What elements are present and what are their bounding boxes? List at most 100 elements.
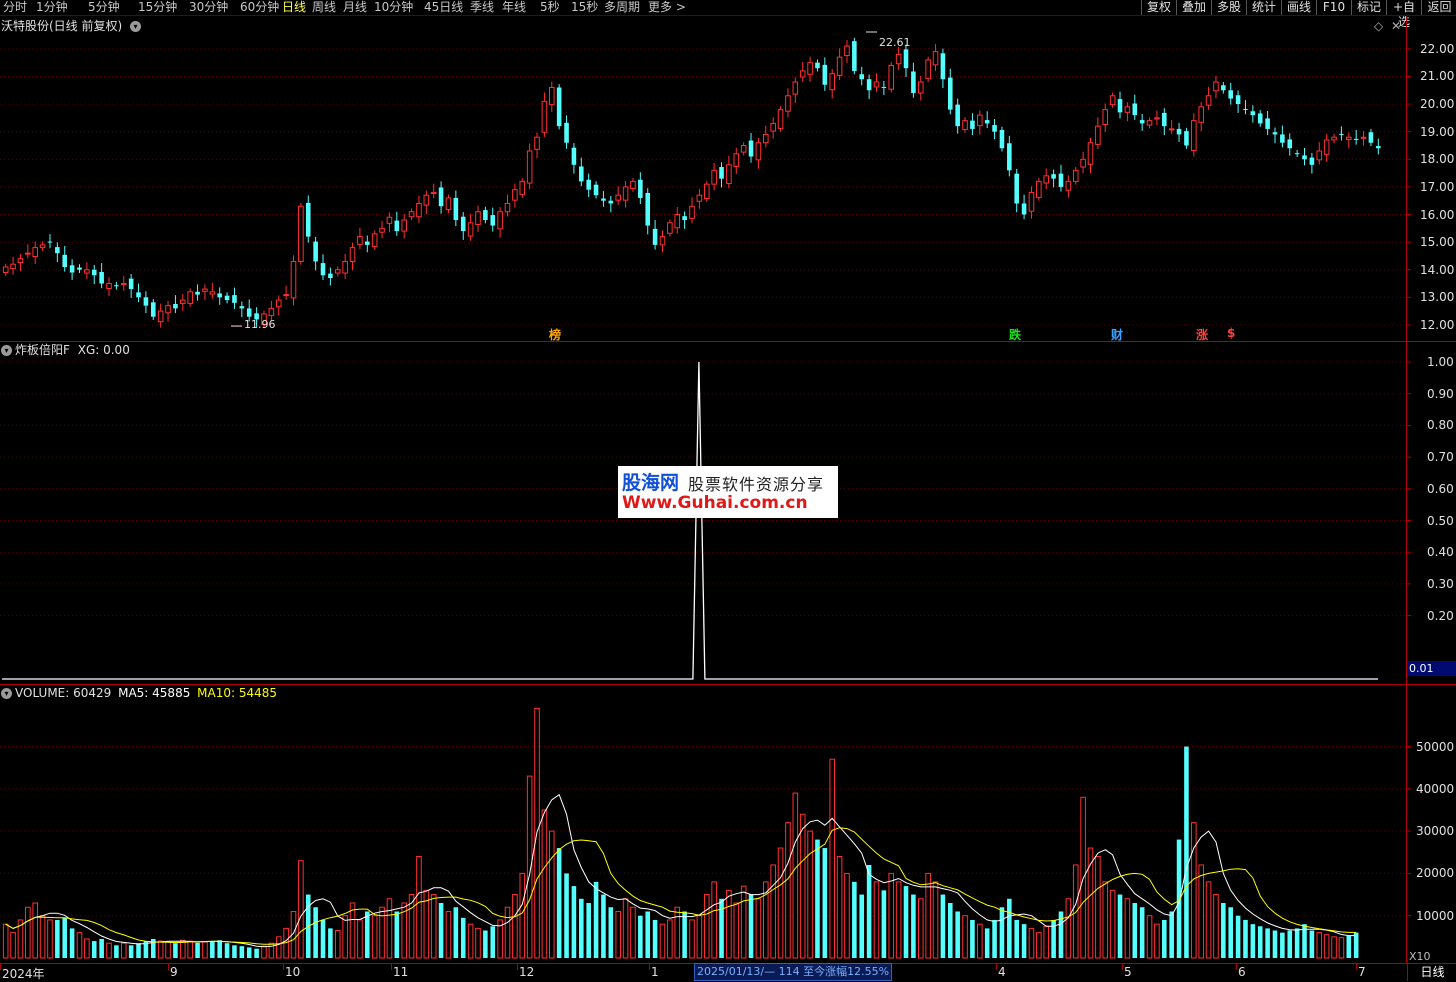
candle-body-down	[1272, 132, 1278, 135]
candle-body-down	[866, 79, 872, 91]
price-tick-label: 13.00	[1420, 290, 1455, 305]
candle-body-down	[320, 263, 326, 276]
date-axis-label: 12	[519, 965, 535, 979]
candle-body-up	[1087, 142, 1094, 165]
price-tick-label: 14.00	[1420, 262, 1455, 277]
candle-body-up	[39, 244, 46, 249]
volume-bar-down	[1265, 928, 1270, 958]
volume-bar-up	[371, 915, 378, 959]
event-marker[interactable]: 榜	[549, 326, 561, 343]
volume-bar-up	[836, 855, 843, 959]
candle-body-up	[925, 59, 931, 80]
candle-body-down	[114, 285, 119, 287]
candle-body-down	[173, 303, 178, 309]
candle-body-up	[1346, 136, 1352, 140]
price-tick-label: 21.00	[1420, 69, 1455, 84]
volume-bar-down	[881, 890, 887, 958]
volume-bar-up	[165, 941, 171, 959]
candle-body-down	[1014, 173, 1019, 204]
candle-body-down	[62, 254, 68, 267]
candle-body-up	[371, 233, 378, 248]
candle-body-up	[829, 73, 836, 91]
candle-body-up	[357, 236, 363, 245]
candle-body-down	[992, 125, 997, 132]
candle-body-up	[504, 202, 511, 213]
price-tick-label: 17.00	[1420, 179, 1455, 194]
candle-body-down	[940, 53, 946, 80]
volume-bar-up	[844, 872, 850, 959]
price-tick-label: 16.00	[1420, 207, 1455, 222]
volume-bar-down	[579, 898, 584, 958]
candle-body-down	[55, 247, 60, 254]
candle-body-up	[283, 294, 289, 297]
volume-bar-down	[1228, 907, 1234, 958]
low-price-label: 11.96	[244, 318, 276, 331]
candle-body-up	[844, 45, 850, 56]
volume-bar-down	[239, 946, 245, 958]
candle-body-down	[453, 197, 459, 221]
high-price-label: 22.61	[879, 36, 911, 49]
candle-body-up	[1213, 81, 1219, 92]
volume-bar-down	[1243, 919, 1248, 958]
y-axis-divider	[1406, 17, 1407, 964]
candle-body-down	[608, 200, 614, 204]
candle-body-up	[1198, 106, 1204, 123]
candle-body-up	[740, 144, 747, 153]
date-axis-label: 6	[1238, 965, 1246, 979]
volume-bar-down	[608, 907, 614, 958]
volume-bar-up	[357, 919, 363, 959]
candle-body-up	[497, 211, 503, 230]
candle-body-up	[120, 283, 127, 286]
candle-body-up	[165, 305, 171, 314]
date-axis-tick	[517, 964, 518, 970]
volume-bar-down	[992, 919, 997, 958]
volume-bar-down	[254, 948, 259, 958]
volume-bar-down	[1139, 907, 1145, 958]
indicator-tick-label: 0.30	[1427, 576, 1454, 591]
volume-bar-down	[328, 928, 333, 958]
volume-bar-up	[726, 889, 732, 959]
candle-body-down	[128, 278, 134, 290]
volume-bar-up	[32, 902, 38, 959]
period-indicator[interactable]: 日线	[1407, 964, 1456, 981]
event-marker[interactable]: 财	[1111, 326, 1123, 343]
event-marker[interactable]: 跌	[1009, 326, 1021, 343]
date-axis-label: 5	[1124, 965, 1132, 979]
volume-bar-down	[195, 942, 200, 958]
candle-body-up	[467, 222, 474, 237]
candle-body-up	[430, 191, 437, 195]
volume-bar-down	[1346, 936, 1352, 958]
event-marker[interactable]: $	[1227, 326, 1235, 340]
volume-bar-up	[379, 906, 385, 959]
candle-body-up	[696, 194, 703, 202]
volume-bar-down	[217, 940, 222, 958]
candle-body-down	[217, 293, 222, 298]
volume-bar-up	[334, 930, 341, 959]
volume-bar-up	[541, 809, 548, 959]
volume-bar-up	[807, 830, 813, 959]
volume-bar-up	[261, 945, 267, 959]
candle-body-up	[674, 214, 681, 229]
candle-body-down	[999, 130, 1005, 149]
event-marker[interactable]: 涨	[1196, 326, 1208, 343]
candle-body-up	[962, 120, 968, 130]
volume-bar-up	[1205, 881, 1212, 959]
volume-bar-down	[719, 898, 724, 958]
volume-unit: X10	[1409, 950, 1431, 963]
price-tick-label: 12.00	[1420, 317, 1455, 332]
candle-body-down	[99, 271, 104, 284]
volume-bar-up	[829, 758, 836, 959]
volume-bar-down	[564, 873, 569, 958]
volume-bar-up	[1323, 934, 1330, 959]
volume-bar-up	[1124, 898, 1131, 959]
candle-body-down	[815, 62, 820, 69]
range-info-badge[interactable]: 2025/01/13/— 114 至今涨幅12.55%	[694, 963, 893, 981]
volume-bar-down	[69, 928, 75, 958]
indicator-tick-label: 0.70	[1427, 450, 1454, 465]
candle-body-up	[342, 260, 348, 274]
candle-body-up	[777, 109, 784, 129]
volume-bar-up	[157, 940, 164, 959]
volume-bar-down	[99, 938, 104, 958]
volume-bar-up	[630, 906, 636, 959]
volume-bar-up	[475, 927, 481, 959]
